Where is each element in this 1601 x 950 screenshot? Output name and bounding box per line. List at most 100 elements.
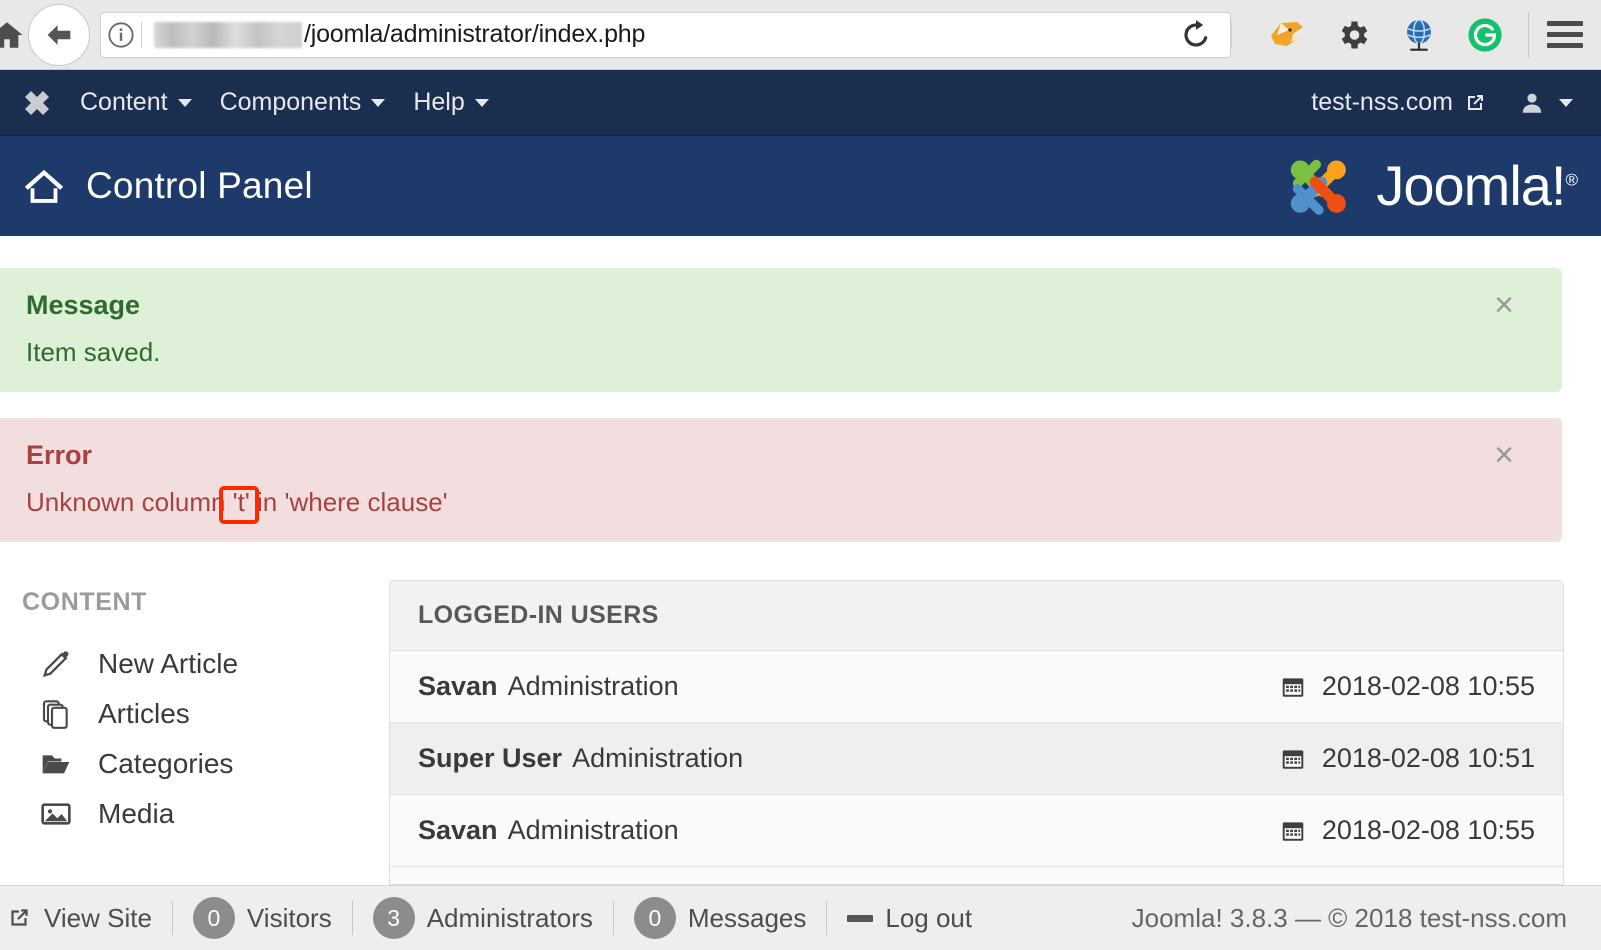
- user-cell: Savan Administration: [418, 671, 679, 702]
- user-menu-button[interactable]: [1493, 90, 1583, 116]
- folder-open-icon: [36, 748, 76, 780]
- nav-item-help[interactable]: Help: [399, 70, 502, 136]
- calendar-icon: [1282, 821, 1304, 841]
- site-link-label: test-nss.com: [1311, 88, 1453, 116]
- status-bar: View Site 0 Visitors 3 Administrators 0 …: [0, 885, 1601, 950]
- browser-extensions: [1254, 0, 1518, 70]
- messages-status[interactable]: 0 Messages: [633, 897, 807, 939]
- logout-label: Log out: [885, 902, 973, 933]
- joomla-logo-icon[interactable]: [8, 85, 66, 121]
- user-date: 2018-02-08 10:55: [1321, 815, 1535, 845]
- hamburger-menu-icon: [1547, 21, 1583, 26]
- user-cell: Super User Administration: [418, 743, 743, 774]
- joomla-wordmark-text: Joomla!: [1376, 154, 1566, 217]
- alert-body: Unknown column 't' in 'where clause': [26, 487, 448, 517]
- grammarly-icon[interactable]: [1452, 0, 1518, 70]
- user-date: 2018-02-08 10:51: [1321, 743, 1535, 773]
- external-link-icon: [1468, 94, 1483, 110]
- reload-icon: [1183, 19, 1207, 47]
- origami-fox-extension-icon[interactable]: [1254, 0, 1320, 70]
- calendar-icon: [1282, 749, 1304, 769]
- info-circle-icon[interactable]: [101, 21, 141, 49]
- table-row[interactable]: Savan Administration 2018-02-08 10:55: [390, 651, 1563, 723]
- user-date-cell: 2018-02-08 10:55: [1280, 815, 1535, 846]
- visit-site-link[interactable]: test-nss.com: [1311, 88, 1487, 117]
- sidebar-item-label: Media: [98, 798, 175, 829]
- panel-title: LOGGED-IN USERS: [390, 581, 1563, 651]
- external-site-icon: [11, 909, 28, 926]
- messages-label: Messages: [687, 902, 807, 933]
- user-cell: Savan Administration: [418, 815, 679, 846]
- divider: [612, 901, 614, 935]
- browser-url-bar[interactable]: /joomla/administrator/index.php: [100, 11, 1161, 58]
- success-alert: Message Item saved. ×: [0, 268, 1562, 392]
- nav-item-label: Help: [413, 88, 465, 116]
- sidebar-item-categories[interactable]: Categories: [22, 739, 389, 789]
- browser-menu-button[interactable]: [1535, 0, 1595, 70]
- visitors-label: Visitors: [246, 902, 332, 933]
- chevron-down-icon: [371, 98, 386, 107]
- administrators-badge: 3: [372, 897, 415, 939]
- user-group: Administration: [507, 815, 679, 845]
- logout-button[interactable]: Log out: [847, 903, 972, 934]
- nav-item-components[interactable]: Components: [206, 70, 400, 136]
- divider: [826, 901, 828, 935]
- url-redacted-block: [154, 21, 302, 48]
- home-outline-icon[interactable]: [14, 163, 74, 209]
- browser-back-button[interactable]: [28, 3, 90, 66]
- sidebar-section-title: CONTENT: [22, 588, 148, 616]
- sidebar-item-label: Categories: [98, 748, 234, 779]
- divider: [171, 901, 173, 935]
- browser-reload-button[interactable]: [1161, 11, 1231, 58]
- url-text: /joomla/administrator/index.php: [142, 20, 645, 49]
- page-header: Control Panel Joomla!®: [0, 136, 1601, 236]
- sidebar-item-label: New Article: [98, 648, 239, 679]
- administrators-label: Administrators: [426, 902, 593, 933]
- browser-toolbar: /joomla/administrator/index.php: [0, 0, 1601, 70]
- user-name: Super User: [418, 743, 563, 773]
- main-content: CONTENT New Article Articles Categories …: [0, 560, 1601, 885]
- chevron-down-icon: [1559, 98, 1573, 107]
- nav-item-content[interactable]: Content: [66, 70, 206, 136]
- close-icon[interactable]: ×: [1494, 438, 1514, 472]
- sidebar-item-articles[interactable]: Articles: [22, 689, 389, 739]
- page-title: Control Panel: [86, 165, 313, 206]
- footer-copyright: Joomla! 3.8.3 — © 2018 test-nss.com: [1131, 902, 1567, 933]
- close-icon[interactable]: ×: [1494, 288, 1514, 322]
- user-group: Administration: [572, 743, 744, 773]
- nav-item-label: Components: [219, 88, 362, 116]
- logout-dash-icon: [847, 914, 874, 922]
- calendar-icon: [1282, 677, 1304, 697]
- alert-body: Item saved.: [26, 337, 161, 367]
- sidebar-item-new-article[interactable]: New Article: [22, 639, 389, 689]
- view-site-link[interactable]: View Site: [11, 902, 152, 934]
- user-name: Savan: [418, 671, 498, 701]
- browser-home-button[interactable]: [0, 15, 24, 55]
- admin-top-nav: Content Components Help test-nss.com: [0, 70, 1601, 136]
- user-group: Administration: [507, 671, 679, 701]
- back-arrow-icon: [47, 24, 71, 45]
- sidebar: CONTENT New Article Articles Categories …: [0, 560, 389, 885]
- nav-item-label: Content: [80, 88, 168, 116]
- sidebar-item-label: Articles: [98, 698, 190, 729]
- globe-network-icon[interactable]: [1386, 0, 1452, 70]
- administrators-status[interactable]: 3 Administrators: [372, 897, 593, 939]
- image-icon: [36, 798, 76, 830]
- joomla-wordmark: Joomla!®: [1376, 158, 1578, 214]
- table-row[interactable]: Savan Administration 2018-02-08 10:55: [390, 795, 1563, 867]
- error-alert: Error Unknown column 't' in 'where claus…: [0, 418, 1562, 542]
- copy-pages-icon: [36, 698, 76, 730]
- table-row[interactable]: Super User Administration 2018-02-08 10:5…: [390, 723, 1563, 795]
- messages-badge: 0: [633, 897, 676, 939]
- gear-icon[interactable]: [1320, 0, 1386, 70]
- visitors-status[interactable]: 0 Visitors: [192, 897, 332, 939]
- view-site-label: View Site: [44, 902, 152, 933]
- user-name: Savan: [418, 815, 498, 845]
- sidebar-item-media[interactable]: Media: [22, 789, 389, 839]
- url-path: /joomla/administrator/index.php: [304, 20, 646, 48]
- joomla-mark-icon: [1291, 159, 1347, 215]
- registered-mark: ®: [1565, 170, 1577, 190]
- user-icon: [1522, 93, 1542, 113]
- alert-heading: Message: [26, 290, 141, 320]
- user-date: 2018-02-08 10:55: [1321, 671, 1535, 701]
